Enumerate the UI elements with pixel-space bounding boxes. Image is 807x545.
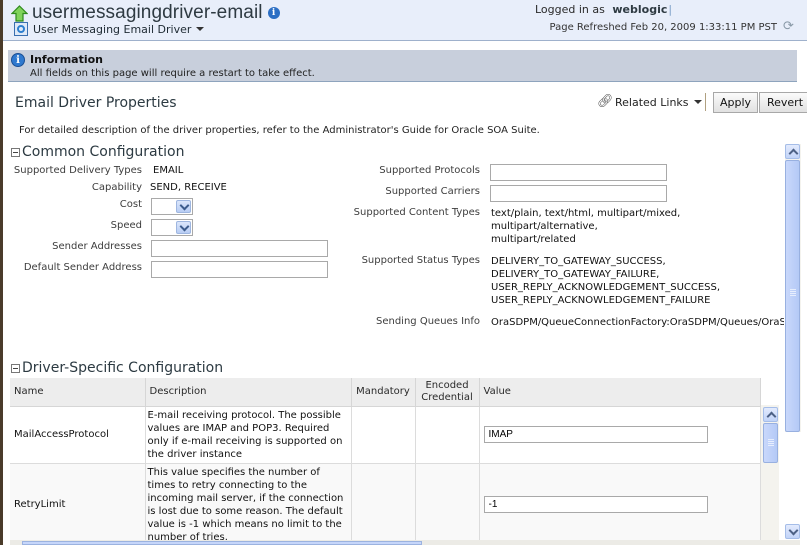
sender-addresses-input[interactable] [151, 240, 328, 257]
scrollbar-thumb[interactable] [763, 423, 778, 463]
field-label: Sender Addresses [52, 241, 142, 252]
property-name: MailAccessProtocol [10, 406, 146, 464]
retry-limit-input[interactable] [483, 496, 708, 513]
column-header-mandatory[interactable]: Mandatory [351, 378, 416, 407]
property-encoded-credential [415, 406, 480, 464]
refresh-icon[interactable]: ⟳ [783, 20, 795, 33]
up-arrow-icon[interactable] [11, 4, 28, 22]
scroll-up-icon[interactable] [763, 407, 778, 422]
info-message: All fields on this page will require a r… [30, 68, 315, 79]
field-label: Sending Queues Info [376, 316, 480, 327]
logged-in-label: Logged in as [535, 3, 605, 16]
window-edge [0, 0, 3, 545]
page-refreshed-text: Page Refreshed Feb 20, 2009 1:33:11 PM P… [549, 21, 777, 33]
delivery-types-value: EMAIL [153, 165, 184, 176]
sending-queues-value: OraSDPM/QueueConnectionFactory:OraSDPM/Q… [491, 317, 784, 328]
property-value-cell [479, 406, 761, 464]
chevron-down-icon [693, 100, 702, 104]
cost-select[interactable] [151, 198, 193, 215]
scrollbar-thumb[interactable] [785, 160, 800, 432]
table-vertical-scrollbar[interactable] [761, 405, 779, 540]
column-header-description[interactable]: Description [145, 378, 352, 407]
driver-properties-table: Name Description Mandatory Encoded Creden… [10, 378, 761, 545]
supported-carriers-input[interactable] [490, 185, 667, 202]
field-label: Capability [91, 182, 142, 193]
collapse-icon[interactable] [11, 363, 20, 373]
supported-protocols-input[interactable] [490, 164, 667, 181]
horizontal-scrollbar[interactable] [10, 540, 800, 545]
collapse-icon[interactable] [11, 147, 20, 157]
column-header-encoded-credential[interactable]: Encoded Credential [415, 378, 480, 407]
property-encoded-credential [415, 463, 480, 545]
user-link[interactable]: weblogic [612, 3, 667, 16]
revert-button[interactable]: Revert [759, 92, 807, 113]
property-name: RetryLimit [10, 463, 146, 545]
scroll-up-icon[interactable] [785, 144, 800, 159]
chain-link-icon: 🔗︎ [597, 94, 614, 109]
scroll-down-icon[interactable] [785, 524, 800, 539]
chevron-down-icon [176, 200, 191, 213]
property-mandatory [351, 406, 416, 464]
column-header-value[interactable]: Value [479, 378, 761, 407]
page-refreshed: Page Refreshed Feb 20, 2009 1:33:11 PM P… [549, 20, 795, 33]
section-title: Email Driver Properties [15, 95, 177, 111]
info-icon: i [11, 53, 25, 67]
field-label: Supported Protocols [379, 165, 480, 176]
chevron-down-icon [176, 221, 191, 234]
speed-select[interactable] [151, 219, 193, 236]
field-label: Supported Carriers [385, 186, 480, 197]
target-icon [14, 22, 28, 36]
field-label: Supported Content Types [353, 207, 480, 218]
chevron-down-icon [196, 27, 205, 31]
capability-value: SEND, RECEIVE [150, 182, 227, 193]
property-mandatory [351, 463, 416, 545]
property-description: E-mail receiving protocol. The possible … [145, 406, 352, 464]
field-label: Speed [110, 220, 142, 231]
field-label: Default Sender Address [23, 262, 142, 273]
status-types-value: DELIVERY_TO_GATEWAY_SUCCESS, DELIVERY_TO… [491, 256, 721, 306]
driver-config-title: Driver-Specific Configuration [22, 360, 224, 376]
title-row: usermessagingdriver-email i [11, 2, 280, 24]
login-info: Logged in as weblogic| [535, 3, 673, 16]
common-config-header[interactable]: Common Configuration [11, 144, 184, 160]
info-icon[interactable]: i [267, 7, 280, 19]
info-title: Information [30, 53, 103, 66]
apply-button[interactable]: Apply [713, 92, 758, 113]
scrollbar-thumb[interactable] [22, 541, 422, 545]
page-title: usermessagingdriver-email [32, 2, 263, 23]
content-types-value: text/plain, text/html, multipart/mixed, … [491, 208, 681, 245]
toolbar-divider [705, 93, 706, 111]
column-header-name[interactable]: Name [10, 378, 146, 407]
target-menu-label: User Messaging Email Driver [33, 22, 192, 36]
table-row: RetryLimit This value specifies the numb… [10, 463, 761, 545]
mail-access-protocol-input[interactable] [483, 426, 708, 443]
common-config-title: Common Configuration [22, 144, 185, 160]
target-menu[interactable]: User Messaging Email Driver [14, 22, 205, 36]
related-links-label: Related Links [615, 95, 689, 109]
field-label: Supported Delivery Types [13, 165, 142, 176]
page-header: usermessagingdriver-email i User Messagi… [3, 0, 807, 41]
property-description: This value specifies the number of times… [145, 463, 352, 545]
table-row: MailAccessProtocol E-mail receiving prot… [10, 406, 761, 464]
property-value-cell [479, 463, 761, 545]
field-label: Cost [119, 199, 142, 210]
vertical-scrollbar[interactable] [785, 144, 801, 432]
default-sender-address-input[interactable] [151, 261, 328, 278]
page-description: For detailed description of the driver p… [19, 125, 540, 136]
driver-config-header[interactable]: Driver-Specific Configuration [11, 360, 223, 376]
info-banner: i Information All fields on this page wi… [8, 50, 797, 82]
field-label: Supported Status Types [361, 255, 480, 266]
related-links-menu[interactable]: 🔗︎ Related Links [597, 95, 702, 109]
